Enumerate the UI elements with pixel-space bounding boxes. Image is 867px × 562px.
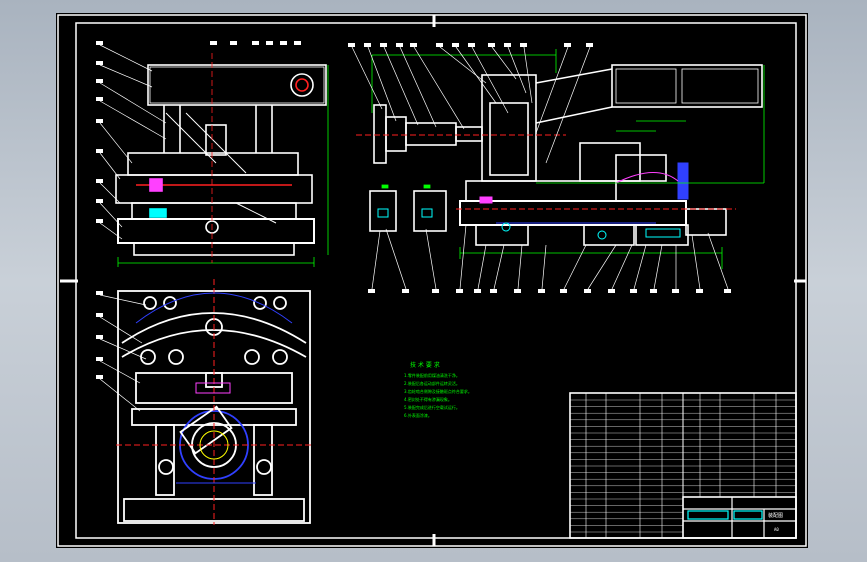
tech-req-line-6: 6.外表面涂漆。: [404, 412, 432, 418]
tech-req-line-5: 5.装配完成后进行空载试运行。: [404, 404, 460, 410]
title-block-name: 装配图: [768, 512, 783, 519]
title-block-sheet: A0: [774, 527, 779, 532]
tech-req-line-3: 3.齿轮啮合侧隙及接触斑点符合要求。: [404, 388, 472, 394]
tech-req-line-4: 4.密封处不得有渗漏现象。: [404, 396, 452, 402]
side-view-dimensions: [371, 49, 765, 269]
centering-marks: [60, 15, 806, 546]
front-view-balloons: [96, 41, 301, 223]
tech-req-line-1: 1.零件装配前用煤油清洗干净。: [404, 372, 460, 378]
top-view-balloons: [96, 291, 103, 379]
front-view: [115, 64, 327, 256]
side-view-colored: [356, 134, 736, 240]
assembly-drawing: 技 术 要 求 1.零件装配前用煤油清洗干净。 2.装配后各运动部件运转灵活。 …: [57, 14, 807, 547]
tech-req-line-2: 2.装配后各运动部件运转灵活。: [404, 380, 460, 386]
side-view: [369, 64, 763, 246]
technical-requirements: 技 术 要 求 1.零件装配前用煤油清洗干净。 2.装配后各运动部件运转灵活。 …: [404, 361, 472, 418]
tech-req-title: 技 术 要 求: [410, 361, 440, 369]
cad-viewport[interactable]: 技 术 要 求 1.零件装配前用煤油清洗干净。 2.装配后各运动部件运转灵活。 …: [56, 13, 808, 548]
side-view-balloons: [348, 43, 731, 293]
sheet-outer-border: [57, 14, 807, 547]
top-view-leaders: [99, 294, 147, 412]
top-view-colored: [116, 279, 314, 525]
